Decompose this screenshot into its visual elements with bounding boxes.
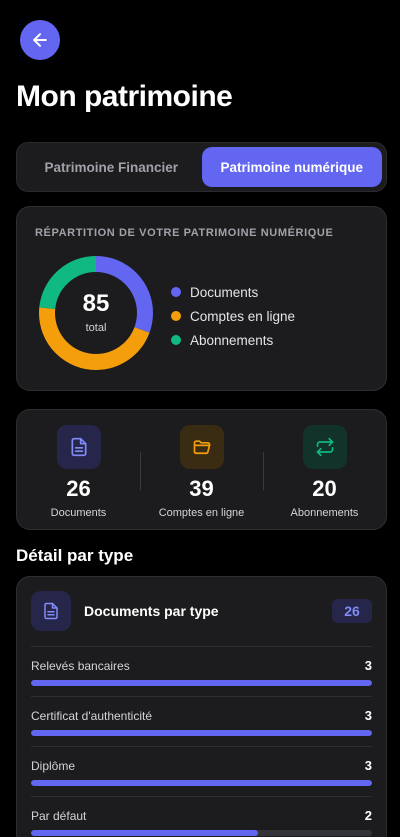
page-title: Mon patrimoine	[16, 80, 233, 113]
row-progress-fill	[31, 780, 372, 786]
list-item[interactable]: Certificat d'authenticité 3	[31, 696, 372, 746]
row-progress-track	[31, 830, 372, 836]
row-progress-track	[31, 730, 372, 736]
row-label: Relevés bancaires	[31, 658, 130, 673]
row-count: 3	[364, 658, 372, 673]
document-icon	[44, 602, 58, 620]
stats-card: 26 Documents 39 Comptes en ligne 20 Abon…	[16, 409, 387, 530]
row-progress-track	[31, 780, 372, 786]
legend-dot-documents	[171, 287, 181, 297]
documents-detail-card: Documents par type 26 Relevés bancaires …	[16, 576, 387, 837]
row-label: Diplôme	[31, 758, 76, 773]
stat-value: 20	[312, 476, 337, 501]
detail-icon-box	[31, 591, 71, 631]
detail-count-badge: 26	[332, 599, 372, 623]
detail-rows: Relevés bancaires 3 Certificat d'authent…	[31, 646, 372, 837]
row-progress-track	[31, 680, 372, 686]
row-count: 3	[364, 708, 372, 723]
legend-label: Comptes en ligne	[190, 308, 296, 324]
distribution-overline: RÉPARTITION DE VOTRE PATRIMOINE NUMÉRIQU…	[35, 227, 334, 239]
distribution-card: RÉPARTITION DE VOTRE PATRIMOINE NUMÉRIQU…	[16, 206, 387, 391]
page: Mon patrimoine Patrimoine Financier Patr…	[0, 0, 400, 837]
legend-item-documents: Documents	[171, 280, 295, 304]
document-icon	[71, 437, 86, 457]
list-item[interactable]: Par défaut 2	[31, 796, 372, 837]
donut-caption: total	[85, 322, 107, 334]
donut-total: 85	[82, 290, 110, 317]
row-label: Par défaut	[31, 808, 87, 823]
legend-item-comptes: Comptes en ligne	[171, 304, 295, 328]
donut-center: 85 total	[37, 254, 155, 372]
row-progress-fill	[31, 680, 372, 686]
stat-icon-box	[302, 425, 347, 469]
stat-value: 39	[189, 476, 214, 501]
tab-bar: Patrimoine Financier Patrimoine numériqu…	[16, 142, 387, 192]
stat-label: Abonnements	[290, 507, 359, 520]
stat-comptes[interactable]: 39 Comptes en ligne	[140, 410, 263, 529]
detail-header[interactable]: Documents par type 26	[31, 591, 372, 631]
section-title: Détail par type	[16, 546, 134, 565]
stat-icon-box	[179, 425, 224, 469]
stat-label: Comptes en ligne	[158, 507, 245, 520]
stat-abonnements[interactable]: 20 Abonnements	[263, 410, 386, 529]
row-progress-fill	[31, 830, 259, 836]
tab-patrimoine-numerique[interactable]: Patrimoine numérique	[201, 147, 382, 187]
legend-dot-comptes	[171, 311, 181, 321]
stat-icon-box	[56, 425, 101, 469]
row-count: 3	[364, 758, 372, 773]
row-count: 2	[364, 808, 372, 823]
row-progress-fill	[31, 730, 372, 736]
legend-dot-abonnements	[171, 335, 181, 345]
list-item[interactable]: Relevés bancaires 3	[31, 646, 372, 696]
row-label: Certificat d'authenticité	[31, 708, 153, 723]
folder-icon	[193, 440, 210, 455]
list-item[interactable]: Diplôme 3	[31, 746, 372, 796]
legend: Documents Comptes en ligne Abonnements	[171, 280, 295, 352]
legend-label: Documents	[190, 284, 259, 300]
arrow-left-icon	[33, 33, 47, 47]
detail-title: Documents par type	[84, 603, 219, 619]
repeat-icon	[316, 437, 333, 457]
stat-value: 26	[66, 476, 91, 501]
back-button[interactable]	[20, 20, 60, 60]
legend-item-abonnements: Abonnements	[171, 328, 295, 352]
legend-label: Abonnements	[190, 332, 274, 348]
stat-label: Documents	[50, 507, 107, 520]
tab-patrimoine-financier[interactable]: Patrimoine Financier	[21, 147, 202, 187]
stat-documents[interactable]: 26 Documents	[17, 410, 140, 529]
